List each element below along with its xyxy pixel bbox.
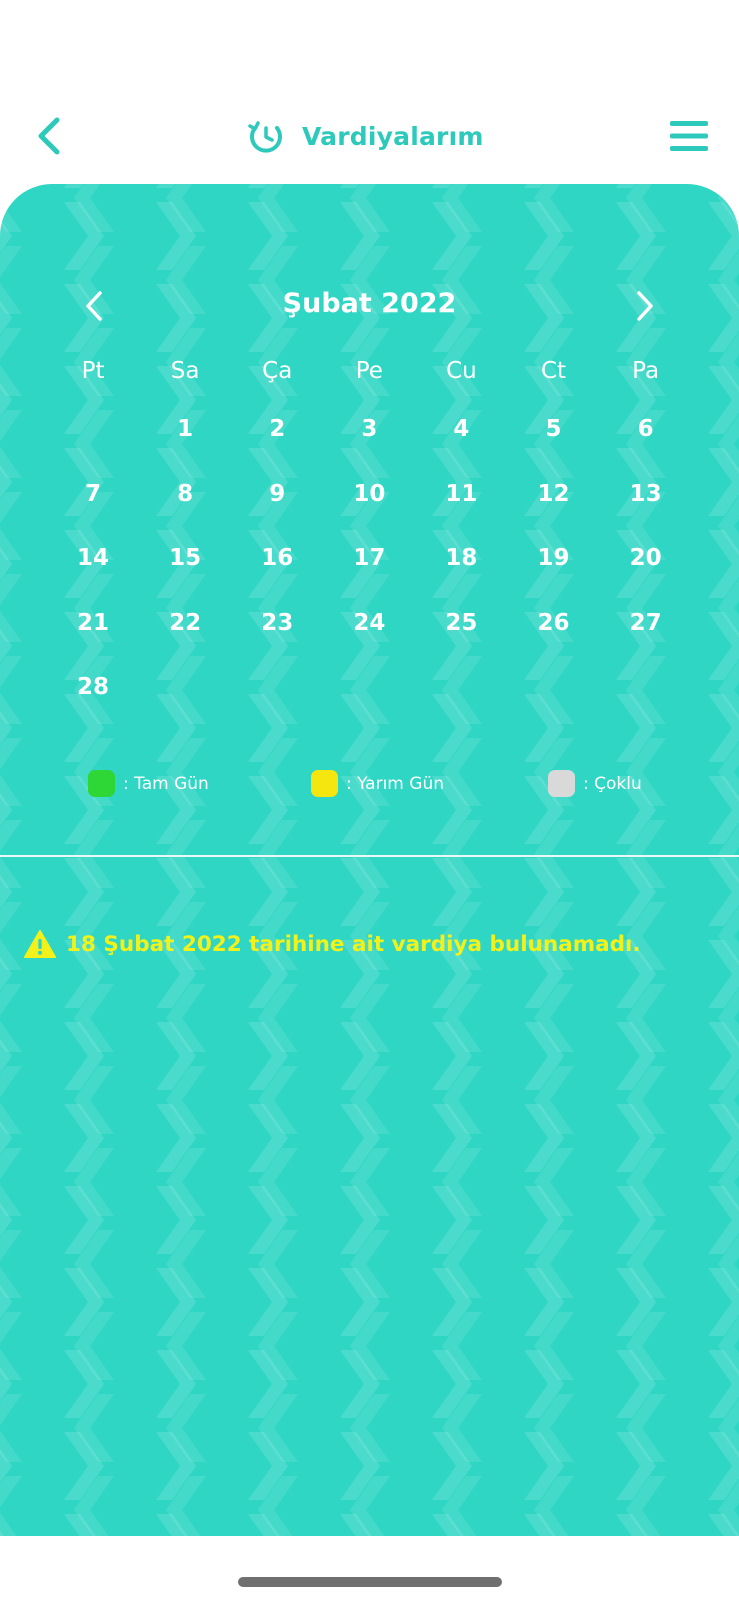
next-month-button[interactable]	[627, 288, 663, 324]
calendar-day[interactable]: 19	[507, 543, 599, 608]
calendar-day[interactable]: 5	[507, 414, 599, 479]
calendar-day[interactable]: 21	[47, 608, 139, 673]
weekday-header-row: Pt Sa Ça Pe Cu Ct Pa	[47, 358, 692, 392]
calendar-day[interactable]: 1	[139, 414, 231, 479]
weekday-label: Pe	[355, 358, 383, 384]
calendar-day[interactable]: 20	[600, 543, 692, 608]
legend-full-day: : Tam Gün	[88, 770, 209, 797]
calendar-day-grid: 1 2 3 4 5 6 7 8 9 10 11 12 13 14 15 16 1…	[47, 414, 692, 737]
calendar-day[interactable]: 9	[231, 479, 323, 544]
calendar-day[interactable]: 14	[47, 543, 139, 608]
weekday-label: Pt	[81, 358, 105, 384]
half-day-swatch	[311, 770, 338, 797]
calendar-day[interactable]: 25	[415, 608, 507, 673]
calendar-panel: Şubat 2022 Pt Sa Ça Pe Cu Ct Pa 1 2 3 4 …	[0, 184, 739, 1536]
calendar-day-empty	[47, 414, 139, 479]
legend-label: : Çoklu	[583, 773, 642, 794]
calendar-day[interactable]: 22	[139, 608, 231, 673]
calendar-day[interactable]: 18	[415, 543, 507, 608]
calendar-day[interactable]: 10	[323, 479, 415, 544]
legend-label: : Tam Gün	[123, 773, 209, 794]
calendar-day[interactable]: 7	[47, 479, 139, 544]
chevron-left-icon	[38, 117, 60, 155]
weekday-label: Sa	[170, 358, 200, 384]
notice-text: 18 Şubat 2022 tarihine ait vardiya bulun…	[66, 931, 641, 957]
calendar-day[interactable]: 15	[139, 543, 231, 608]
calendar-day[interactable]: 4	[415, 414, 507, 479]
app-header: Vardiyalarım	[0, 100, 739, 172]
calendar-day[interactable]: 12	[507, 479, 599, 544]
calendar-day[interactable]: 6	[600, 414, 692, 479]
calendar-day[interactable]: 13	[600, 479, 692, 544]
shift-clock-icon	[248, 121, 282, 153]
section-divider	[0, 855, 739, 857]
weekday-label: Pa	[632, 358, 660, 384]
page: Vardiyalarım Şubat 2022 Pt Sa Ça Pe Cu C…	[0, 0, 739, 1600]
header-title-group: Vardiyalarım	[246, 112, 484, 160]
shift-legend: : Tam Gün : Yarım Gün : Çoklu	[0, 770, 739, 800]
chevron-right-icon	[637, 291, 653, 321]
full-day-swatch	[88, 770, 115, 797]
calendar-day[interactable]: 3	[323, 414, 415, 479]
weekday-label: Ct	[540, 358, 567, 384]
calendar-day[interactable]: 26	[507, 608, 599, 673]
no-shift-notice: 18 Şubat 2022 tarihine ait vardiya bulun…	[24, 926, 724, 962]
legend-half-day: : Yarım Gün	[311, 770, 444, 797]
calendar-navigation: Şubat 2022	[0, 284, 739, 328]
weekday-label: Ça	[262, 358, 293, 384]
legend-label: : Yarım Gün	[346, 773, 444, 794]
calendar-day[interactable]: 17	[323, 543, 415, 608]
calendar-day[interactable]: 27	[600, 608, 692, 673]
legend-multiple: : Çoklu	[548, 770, 642, 797]
warning-icon	[24, 930, 56, 958]
calendar-day[interactable]: 11	[415, 479, 507, 544]
home-indicator[interactable]	[238, 1577, 502, 1587]
weekday-label: Cu	[446, 358, 477, 384]
calendar-day[interactable]: 24	[323, 608, 415, 673]
hamburger-menu-icon	[670, 121, 708, 151]
page-title: Vardiyalarım	[302, 121, 484, 151]
calendar-day[interactable]: 28	[47, 672, 139, 737]
calendar-day[interactable]: 8	[139, 479, 231, 544]
menu-button[interactable]	[668, 118, 710, 154]
calendar-day[interactable]: 16	[231, 543, 323, 608]
calendar-day[interactable]: 2	[231, 414, 323, 479]
back-button[interactable]	[28, 114, 68, 158]
calendar-day[interactable]: 23	[231, 608, 323, 673]
multiple-swatch	[548, 770, 575, 797]
